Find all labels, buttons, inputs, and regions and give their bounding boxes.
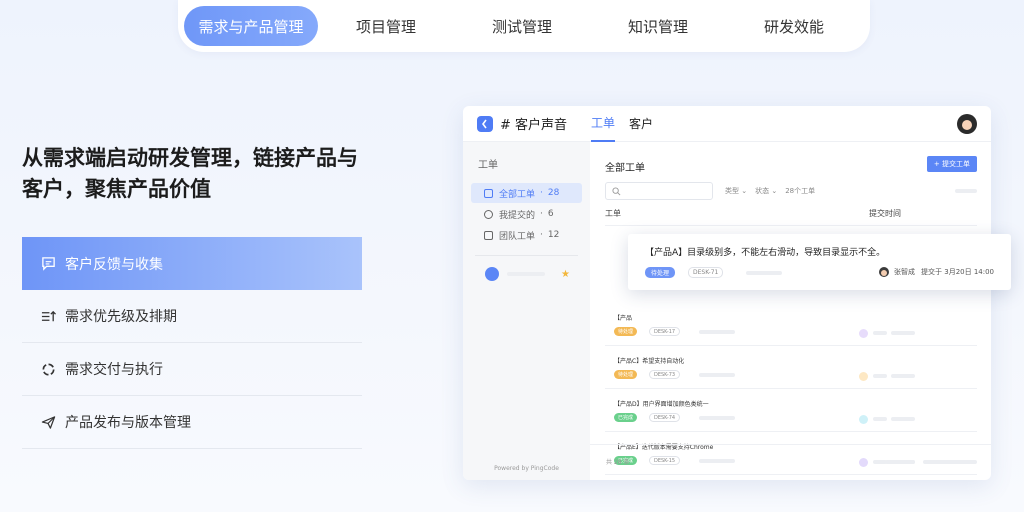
- highlighted-ticket-card[interactable]: 【产品A】目录级别多，不能左右滑动，导致目录显示不全。 待处理 DESK-71 …: [628, 234, 1011, 290]
- product-preview-panel: # 客户声音 工单 客户 工单 全部工单 · 28 我提交的 · 6 团队工单 …: [463, 106, 991, 480]
- table-row[interactable]: 【产品C】希望支持自动化 待处理 DESK-73: [605, 346, 977, 389]
- column-header-ticket: 工单: [605, 209, 621, 218]
- panel-footer: 共 28 条: [590, 444, 991, 480]
- list-icon: [484, 188, 493, 198]
- sidebar-item-label: 我提交的: [499, 210, 536, 221]
- submitter-avatar: [879, 267, 890, 277]
- submit-ticket-button[interactable]: + 提交工单: [926, 156, 977, 172]
- ticket-code: DESK-17: [649, 327, 681, 336]
- table-row[interactable]: 【产品D】用户界面增加颜色类统一 已完成 DESK-74: [605, 389, 977, 432]
- pingcode-logo-icon: [477, 115, 493, 132]
- powered-by: Powered by PingCode: [494, 465, 559, 472]
- status-badge: 待处理: [614, 327, 638, 336]
- panel-sidebar: 工单 全部工单 · 28 我提交的 · 6 团队工单 · 12 ★ Powere…: [463, 142, 590, 480]
- status-badge: 待处理: [614, 370, 638, 379]
- main-title: 全部工单: [605, 163, 645, 174]
- assignee-avatar: [859, 415, 868, 424]
- user-avatar[interactable]: [957, 114, 977, 134]
- sidebar-item-my-submitted[interactable]: 我提交的 · 6: [471, 204, 582, 224]
- assignee-avatar: [859, 372, 868, 381]
- sidebar-title: 工单: [478, 160, 498, 171]
- hero-headline: 从需求端启动研发管理，链接产品与 客户，聚焦产品价值: [22, 143, 382, 205]
- sidebar-item-label: 全部工单: [499, 189, 536, 200]
- top-nav: 需求与产品管理 项目管理 测试管理 知识管理 研发效能: [178, 0, 870, 52]
- nav-tab-efficiency[interactable]: 研发效能: [726, 6, 862, 46]
- table-row[interactable]: 【产品 待处理 DESK-17: [605, 303, 977, 346]
- feature-priority-scheduling[interactable]: 需求优先级及排期: [22, 290, 362, 343]
- placeholder-bar: [507, 272, 545, 276]
- total-count: 共 28 条: [606, 459, 630, 466]
- status-badge: 已完成: [614, 413, 638, 422]
- submitter-name: 张智成: [894, 268, 916, 276]
- sidebar-item-label: 团队工单: [499, 231, 536, 242]
- column-header-time: 提交时间: [869, 209, 901, 218]
- sidebar-item-count: 12: [547, 230, 560, 240]
- pagination-placeholder: [885, 460, 915, 464]
- panel-main: 全部工单 + 提交工单 类型 ⌄ 状态 ⌄ 28个工单 工单 提交时间 【产品 …: [590, 142, 991, 480]
- ticket-title: 【产品: [614, 315, 633, 322]
- headline-line-1: 从需求端启动研发管理，链接产品与: [22, 146, 358, 170]
- nav-tab-testing[interactable]: 测试管理: [454, 6, 590, 46]
- feature-label: 产品发布与版本管理: [65, 415, 191, 431]
- search-input[interactable]: [605, 182, 713, 200]
- sidebar-item-count: 28: [547, 188, 560, 198]
- placeholder-bar: [955, 189, 977, 193]
- team-icon: [484, 230, 493, 240]
- feature-delivery-execution[interactable]: 需求交付与执行: [22, 343, 362, 396]
- ticket-submitter: 张智成 提交于 3月20日 14:00: [879, 267, 994, 277]
- filter-type[interactable]: 类型 ⌄: [725, 186, 747, 196]
- feature-release-versioning[interactable]: 产品发布与版本管理: [22, 396, 362, 449]
- star-icon[interactable]: ★: [561, 269, 570, 280]
- cycle-icon: [40, 361, 56, 377]
- ticket-code: DESK-74: [649, 413, 681, 422]
- send-icon: [40, 414, 56, 430]
- document-icon: [485, 267, 499, 281]
- filter-status[interactable]: 状态 ⌄: [755, 186, 777, 196]
- ticket-title: 【产品C】希望支持自动化: [614, 358, 685, 365]
- tab-tickets[interactable]: 工单: [591, 106, 616, 142]
- sidebar-divider: [475, 255, 578, 256]
- status-badge: 待处理: [645, 267, 676, 278]
- panel-title: # 客户声音: [500, 118, 568, 133]
- submit-time: 提交于 3月20日 14:00: [921, 268, 994, 276]
- nav-tab-projects[interactable]: 项目管理: [318, 6, 454, 46]
- sidebar-item-all-tickets[interactable]: 全部工单 · 28: [471, 183, 582, 203]
- assignee-avatar: [859, 329, 868, 338]
- pagination-placeholder: [923, 460, 977, 464]
- feature-label: 需求交付与执行: [65, 362, 163, 378]
- nav-tab-requirements[interactable]: 需求与产品管理: [184, 6, 318, 46]
- ticket-title: 【产品D】用户界面增加颜色类统一: [614, 401, 709, 408]
- feedback-icon: [40, 256, 56, 272]
- panel-header: # 客户声音 工单 客户: [463, 106, 991, 142]
- feature-label: 客户反馈与收集: [65, 256, 163, 273]
- filter-bar: 类型 ⌄ 状态 ⌄ 28个工单: [605, 182, 977, 200]
- sidebar-item-count: 6: [547, 209, 554, 219]
- sidebar-item-team-tickets[interactable]: 团队工单 · 12: [471, 225, 582, 245]
- user-icon: [484, 209, 493, 219]
- tab-customers[interactable]: 客户: [629, 106, 653, 142]
- priority-icon: [40, 308, 56, 324]
- feature-customer-feedback[interactable]: 客户反馈与收集: [22, 237, 362, 290]
- ticket-count: 28个工单: [785, 187, 816, 195]
- sidebar-favorite-item[interactable]: ★: [471, 266, 582, 282]
- feature-label: 需求优先级及排期: [65, 309, 177, 325]
- nav-tab-knowledge[interactable]: 知识管理: [590, 6, 726, 46]
- ticket-title: 【产品A】目录级别多，不能左右滑动，导致目录显示不全。: [645, 248, 886, 258]
- ticket-code: DESK-71: [688, 267, 724, 278]
- headline-line-2: 客户，聚焦产品价值: [22, 177, 211, 201]
- search-icon: [612, 186, 621, 195]
- ticket-code: DESK-73: [649, 370, 681, 379]
